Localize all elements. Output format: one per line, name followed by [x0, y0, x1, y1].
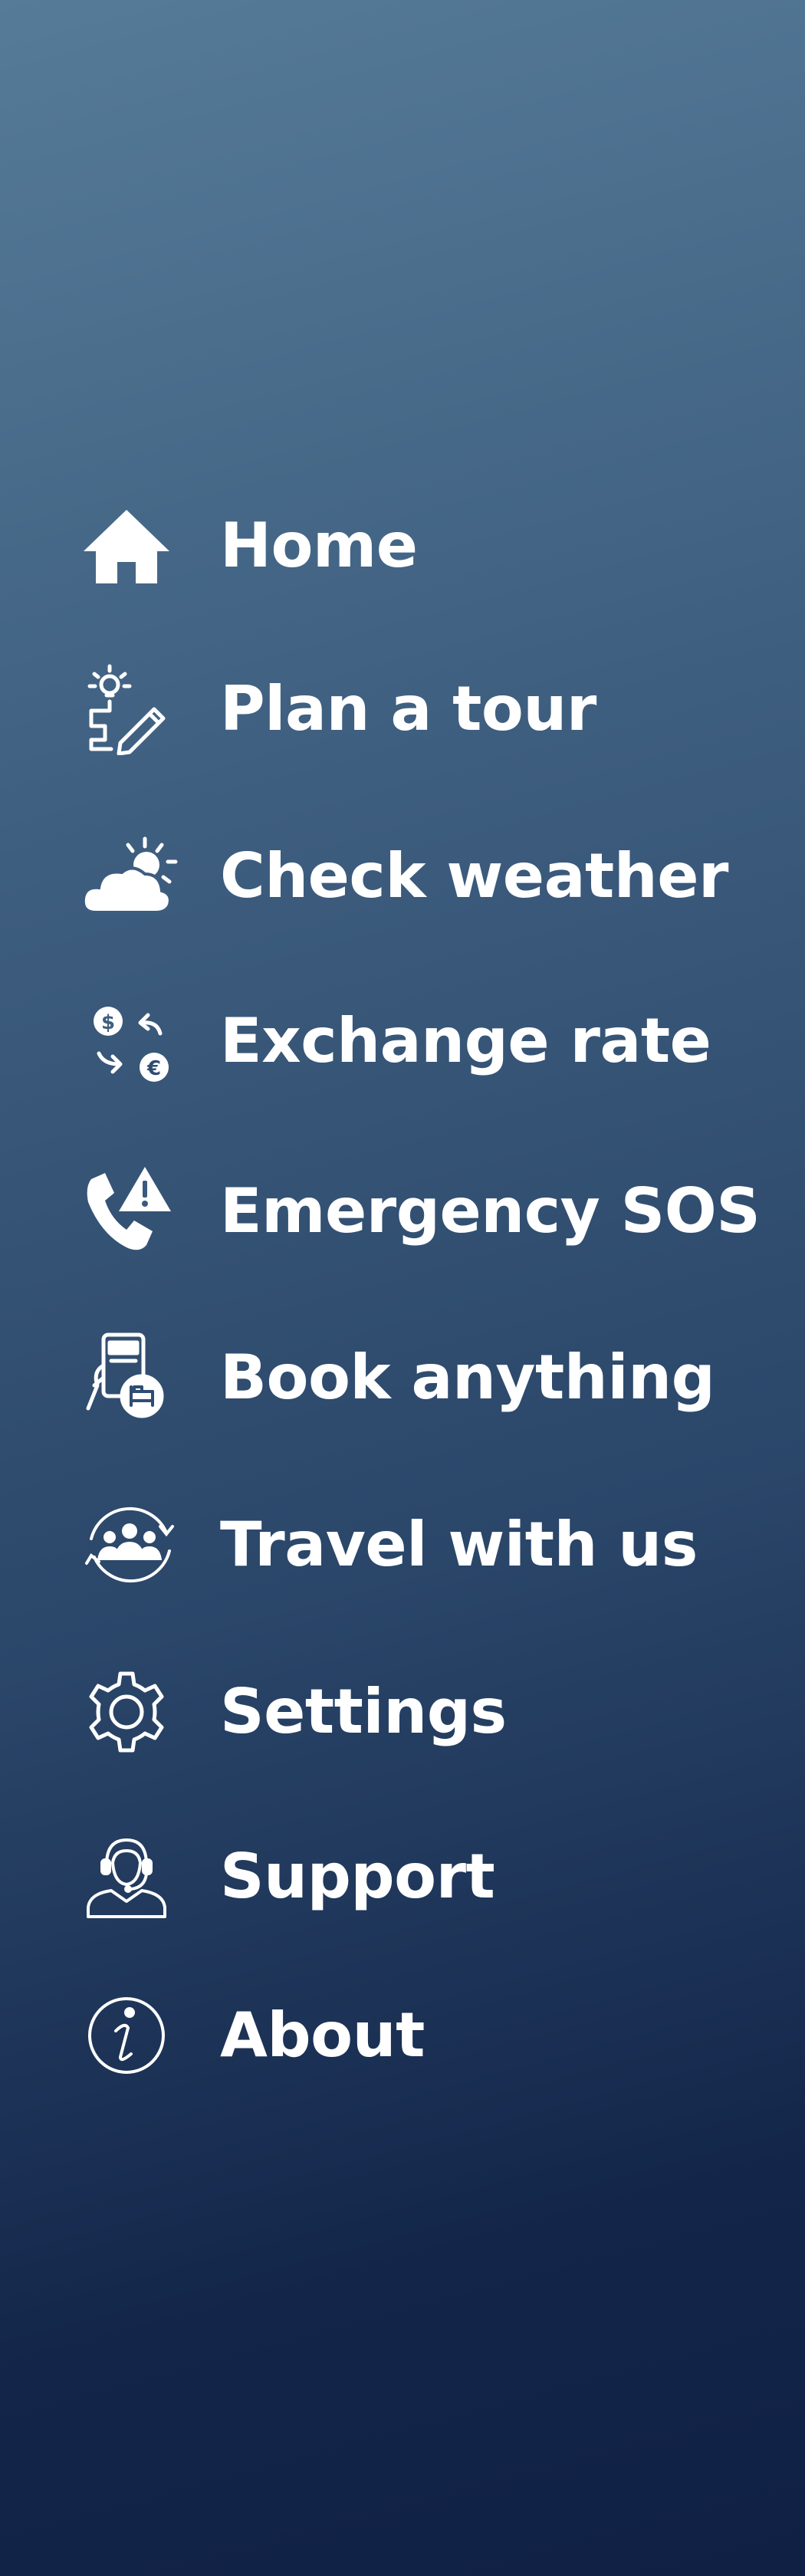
currency-exchange-icon: $ € — [80, 995, 180, 1087]
gear-icon — [80, 1666, 180, 1758]
menu-item-home[interactable]: Home — [80, 500, 418, 592]
menu-item-label: Plan a tour — [220, 673, 596, 744]
menu-item-label: Travel with us — [220, 1509, 698, 1580]
menu-item-label: Settings — [220, 1676, 507, 1747]
menu-item-label: Emergency SOS — [220, 1175, 761, 1247]
plan-tour-icon — [80, 663, 180, 755]
svg-text:€: € — [146, 1057, 161, 1080]
svg-text:$: $ — [101, 1011, 115, 1034]
menu-item-settings[interactable]: Settings — [80, 1666, 507, 1758]
menu-item-check-weather[interactable]: Check weather — [80, 830, 728, 922]
booking-icon — [80, 1332, 180, 1424]
menu-item-travel-with-us[interactable]: Travel with us — [80, 1499, 698, 1591]
menu-item-emergency-sos[interactable]: Emergency SOS — [80, 1165, 761, 1257]
info-icon — [80, 1990, 180, 2082]
emergency-phone-icon — [80, 1165, 180, 1257]
menu-item-label: Book anything — [220, 1342, 715, 1413]
menu-item-label: Home — [220, 510, 418, 581]
menu-item-plan-a-tour[interactable]: Plan a tour — [80, 663, 596, 755]
menu-item-support[interactable]: Support — [80, 1831, 495, 1923]
menu-item-book-anything[interactable]: Book anything — [80, 1332, 715, 1424]
menu-item-label: About — [220, 1999, 425, 2071]
menu-item-label: Exchange rate — [220, 1005, 711, 1076]
weather-icon — [80, 830, 180, 922]
side-menu: Home Plan a tour Check weather $ € Excha… — [0, 0, 805, 2576]
menu-item-exchange-rate[interactable]: $ € Exchange rate — [80, 995, 711, 1087]
menu-item-label: Support — [220, 1841, 495, 1912]
menu-item-about[interactable]: About — [80, 1990, 425, 2082]
menu-item-label: Check weather — [220, 840, 728, 912]
group-travel-icon — [80, 1499, 180, 1591]
headset-icon — [80, 1831, 180, 1923]
home-icon — [80, 500, 180, 592]
